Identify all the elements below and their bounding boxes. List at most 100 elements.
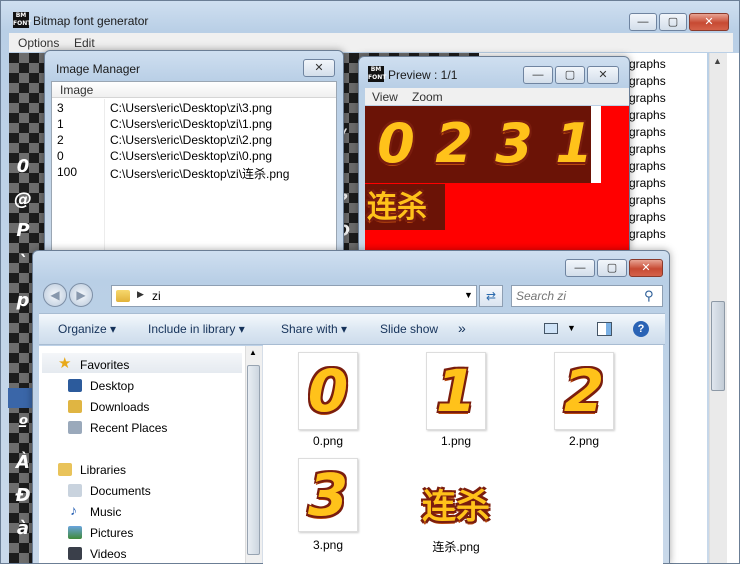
include-in-library-button[interactable]: Include in library ▾ bbox=[148, 322, 245, 336]
nav-downloads[interactable]: Downloads bbox=[90, 400, 149, 414]
nav-scrollbar-thumb[interactable] bbox=[247, 365, 260, 555]
char-set-item[interactable]: graphs bbox=[629, 226, 709, 243]
downloads-icon bbox=[68, 400, 82, 413]
explorer-minimize-button[interactable]: — bbox=[565, 259, 595, 277]
char-set-item[interactable]: graphs bbox=[629, 141, 709, 158]
scrollbar-thumb[interactable] bbox=[711, 301, 725, 391]
image-manager-close-button[interactable]: ✕ bbox=[303, 59, 335, 77]
share-with-button[interactable]: Share with ▾ bbox=[281, 322, 347, 336]
forward-button[interactable]: ▶ bbox=[69, 283, 93, 307]
scroll-up-arrow-icon[interactable]: ▲ bbox=[713, 56, 722, 66]
nav-music[interactable]: Music bbox=[90, 505, 121, 519]
videos-icon bbox=[68, 547, 82, 560]
menu-edit[interactable]: Edit bbox=[74, 36, 95, 50]
char-set-item[interactable]: graphs bbox=[629, 124, 709, 141]
nav-libraries[interactable]: Libraries bbox=[80, 463, 126, 477]
image-path: C:\Users\eric\Desktop\zi\3.png bbox=[110, 101, 273, 115]
file-item[interactable]: 连杀 连杀.png bbox=[410, 484, 502, 555]
view-dropdown-icon[interactable]: ▼ bbox=[567, 323, 576, 333]
char-set-item[interactable]: graphs bbox=[629, 175, 709, 192]
main-minimize-button[interactable]: — bbox=[629, 13, 657, 31]
file-name: 连杀.png bbox=[432, 540, 480, 554]
image-row[interactable]: 100 C:\Users\eric\Desktop\zi\连杀.png bbox=[52, 165, 338, 181]
nav-pictures[interactable]: Pictures bbox=[90, 526, 133, 540]
preview-menu-zoom[interactable]: Zoom bbox=[412, 90, 443, 104]
char-set-item[interactable]: graphs bbox=[629, 209, 709, 226]
glyph-cell[interactable]: à bbox=[12, 518, 34, 540]
nav-favorites[interactable]: Favorites bbox=[80, 358, 129, 372]
menu-options[interactable]: Options bbox=[18, 36, 59, 50]
thumb-glyph: 2 bbox=[563, 357, 605, 425]
preview-texture[interactable]: 0 2 3 1 连杀 bbox=[365, 106, 629, 251]
char-set-item[interactable]: graphs bbox=[629, 73, 709, 90]
image-column-header[interactable]: Image bbox=[52, 82, 336, 98]
glyph-cell[interactable]: 0 bbox=[12, 156, 34, 178]
change-view-icon[interactable] bbox=[544, 323, 558, 334]
nav-documents[interactable]: Documents bbox=[90, 484, 151, 498]
glyph-cell[interactable]: º bbox=[12, 414, 34, 436]
file-item[interactable]: 0 0.png bbox=[290, 352, 366, 448]
breadcrumb-arrow-icon: ▶ bbox=[137, 289, 144, 299]
thumb-glyph: 3 bbox=[307, 461, 349, 529]
file-item[interactable]: 2 2.png bbox=[546, 352, 622, 448]
organize-button[interactable]: Organize ▾ bbox=[58, 322, 116, 336]
main-maximize-button[interactable]: ▢ bbox=[659, 13, 687, 31]
breadcrumb-zi[interactable]: zi bbox=[152, 289, 161, 303]
file-name: 2.png bbox=[568, 434, 600, 448]
char-set-item[interactable]: graphs bbox=[629, 158, 709, 175]
back-button[interactable]: ◀ bbox=[43, 283, 67, 307]
preview-close-button[interactable]: ✕ bbox=[587, 66, 619, 84]
image-path: C:\Users\eric\Desktop\zi\连杀.png bbox=[110, 167, 290, 181]
preview-title: Preview : 1/1 bbox=[388, 68, 458, 82]
nav-recent-places[interactable]: Recent Places bbox=[90, 421, 167, 435]
address-bar[interactable]: ▶ zi ▼ bbox=[111, 285, 477, 307]
image-row[interactable]: 0 C:\Users\eric\Desktop\zi\0.png bbox=[52, 149, 338, 165]
star-icon: ★ bbox=[58, 355, 72, 372]
nav-scroll-up-icon[interactable]: ▲ bbox=[249, 348, 257, 357]
image-path: C:\Users\eric\Desktop\zi\1.png bbox=[110, 117, 273, 131]
char-set-item[interactable]: graphs bbox=[629, 107, 709, 124]
preview-glyph-0: 0 bbox=[377, 112, 415, 175]
preview-maximize-button[interactable]: ▢ bbox=[555, 66, 585, 84]
glyph-cell[interactable]: P bbox=[12, 220, 34, 242]
main-window-title: Bitmap font generator bbox=[33, 14, 149, 28]
help-icon[interactable]: ? bbox=[633, 321, 649, 337]
app-icon: BM FONT bbox=[13, 12, 32, 28]
glyph-cell[interactable]: @ bbox=[12, 189, 34, 211]
thumb-glyph: 1 bbox=[435, 357, 477, 425]
char-set-item[interactable]: graphs bbox=[629, 56, 709, 73]
preview-minimize-button[interactable]: — bbox=[523, 66, 553, 84]
file-item[interactable]: 3 3.png bbox=[290, 458, 366, 552]
nav-videos[interactable]: Videos bbox=[90, 547, 126, 561]
char-set-item[interactable]: graphs bbox=[629, 192, 709, 209]
explorer-close-button[interactable]: ✕ bbox=[629, 259, 663, 277]
favorites-row-highlight bbox=[42, 353, 242, 373]
file-thumbnail: 2 bbox=[554, 352, 614, 430]
more-commands-button[interactable]: » bbox=[458, 320, 466, 336]
glyph-cell[interactable]: À bbox=[12, 452, 34, 474]
main-close-button[interactable]: ✕ bbox=[689, 13, 729, 31]
preview-menu-view[interactable]: View bbox=[372, 90, 398, 104]
glyph-cell[interactable]: ` bbox=[12, 252, 34, 274]
nav-desktop[interactable]: Desktop bbox=[90, 379, 134, 393]
image-row[interactable]: 1 C:\Users\eric\Desktop\zi\1.png bbox=[52, 117, 338, 133]
image-row[interactable]: 3 C:\Users\eric\Desktop\zi\3.png bbox=[52, 101, 338, 117]
image-list[interactable]: Image 3 C:\Users\eric\Desktop\zi\3.png 1… bbox=[51, 81, 337, 259]
image-id: 2 bbox=[57, 133, 64, 147]
explorer-maximize-button[interactable]: ▢ bbox=[597, 259, 627, 277]
image-row[interactable]: 2 C:\Users\eric\Desktop\zi\2.png bbox=[52, 133, 338, 149]
preview-glyph-3: 3 bbox=[495, 112, 533, 175]
file-name: 0.png bbox=[312, 434, 344, 448]
glyph-cell[interactable]: p bbox=[12, 290, 34, 312]
character-set-list[interactable]: graphs graphs graphs graphs graphs graph… bbox=[629, 56, 709, 243]
file-item[interactable]: 1 1.png bbox=[418, 352, 494, 448]
glyph-cell[interactable]: Đ bbox=[12, 485, 34, 507]
refresh-button[interactable]: ⇄ bbox=[479, 285, 503, 307]
search-box[interactable]: ⚲ bbox=[511, 285, 663, 307]
char-set-item[interactable]: graphs bbox=[629, 90, 709, 107]
search-input[interactable] bbox=[514, 287, 634, 305]
address-dropdown-icon[interactable]: ▼ bbox=[464, 290, 473, 300]
preview-pane-icon[interactable] bbox=[597, 322, 612, 336]
include-in-library-label: Include in library bbox=[148, 322, 236, 336]
slide-show-button[interactable]: Slide show bbox=[380, 322, 438, 336]
